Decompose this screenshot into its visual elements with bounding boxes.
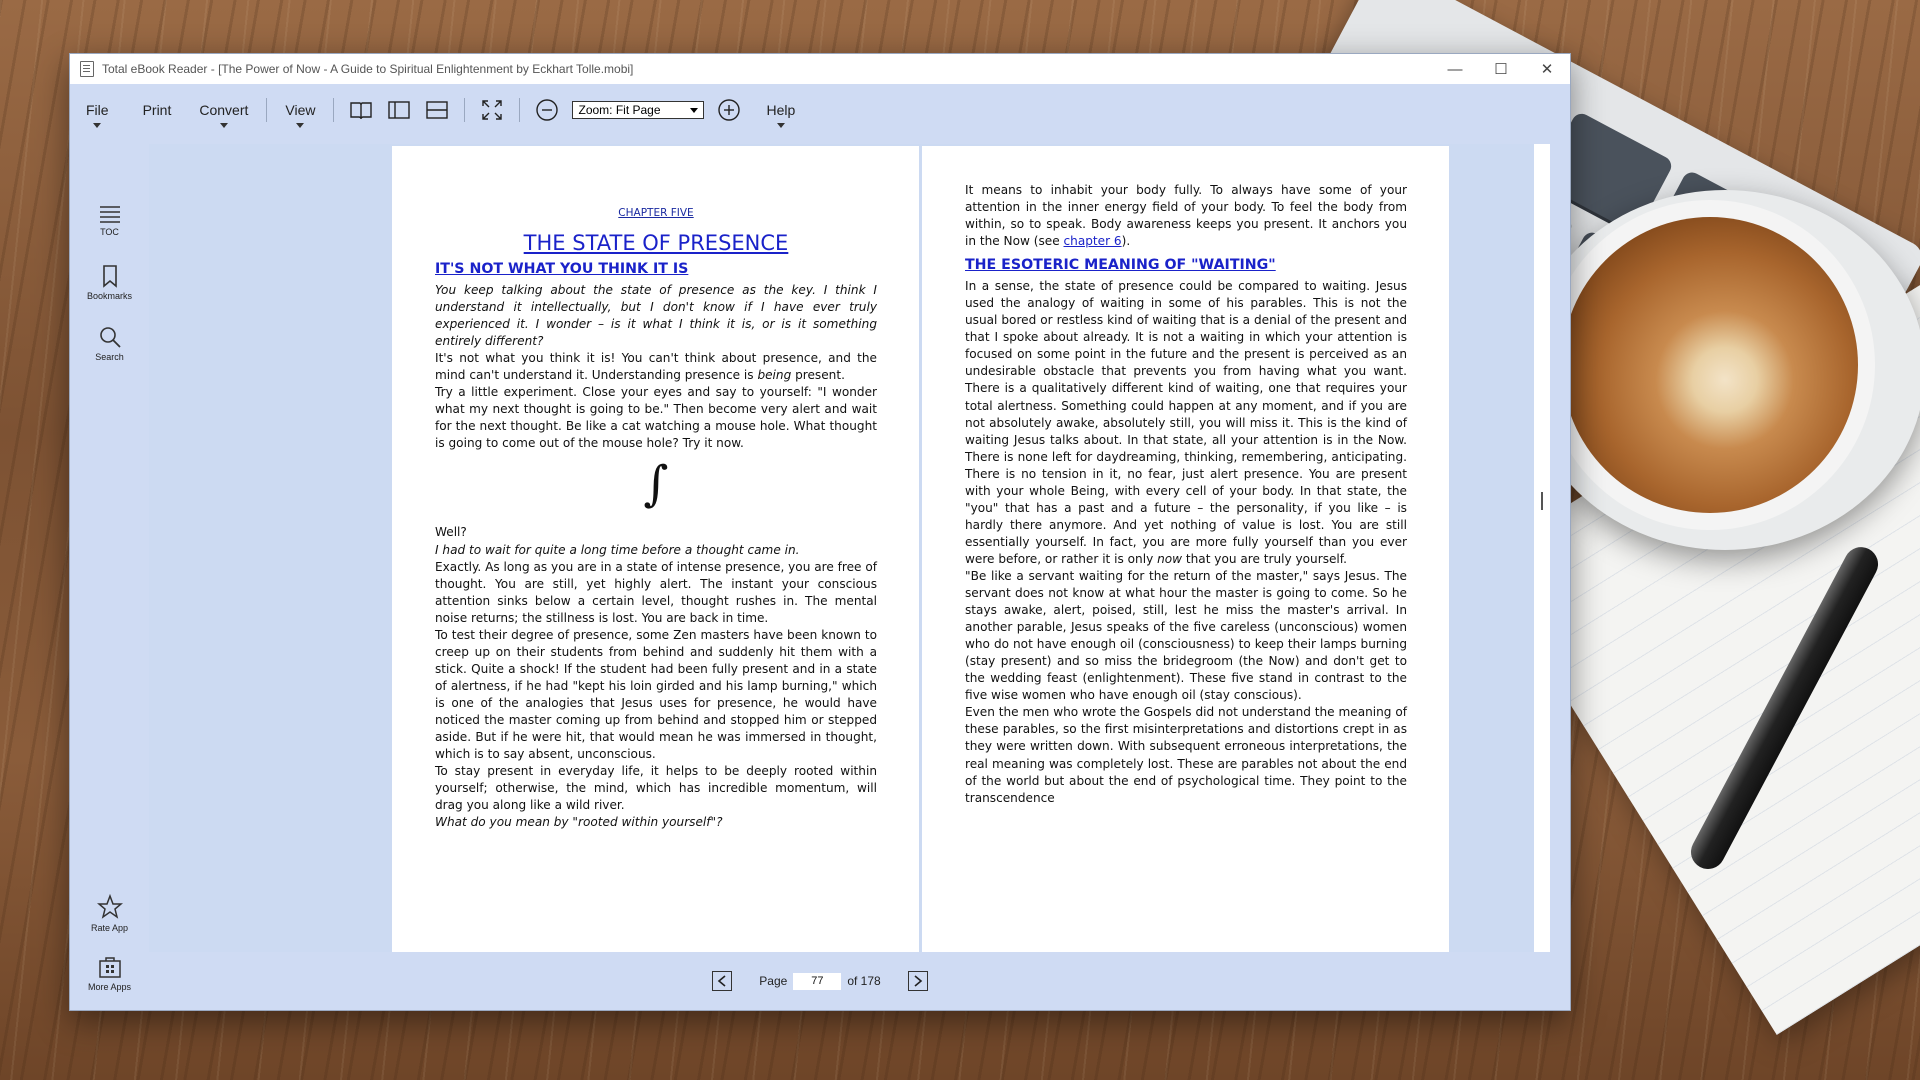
sidebar-item-toc[interactable]: TOC xyxy=(70,204,149,237)
sidebar-item-rate-app[interactable]: Rate App xyxy=(70,894,149,933)
paragraph: You keep talking about the state of pres… xyxy=(435,283,877,349)
previous-page-button[interactable] xyxy=(712,971,733,991)
bookmark-icon xyxy=(70,264,149,288)
document-viewer[interactable]: CHAPTER FIVE THE STATE OF PRESENCE IT'S … xyxy=(149,144,1550,952)
paragraph: To test their degree of presence, some Z… xyxy=(435,627,877,762)
chevron-down-icon xyxy=(776,123,785,128)
chevron-left-icon xyxy=(718,975,726,987)
chevron-right-icon xyxy=(914,975,922,987)
section-heading: THE ESOTERIC MEANING OF "WAITING" xyxy=(965,257,1276,274)
paragraph: It means to inhabit your body fully. To … xyxy=(965,182,1407,250)
text-run: In a sense, the state of presence could … xyxy=(965,279,1407,566)
sidebar-item-bookmarks[interactable]: Bookmarks xyxy=(70,264,149,301)
maximize-button[interactable]: ☐ xyxy=(1478,54,1524,84)
sidebar-item-label: Bookmarks xyxy=(86,291,132,301)
app-icon xyxy=(80,61,94,77)
toolbar-divider xyxy=(519,98,521,122)
zoom-out-icon[interactable] xyxy=(532,95,562,125)
window-controls: — ☐ ✕ xyxy=(1432,54,1570,84)
book-page-left: CHAPTER FIVE THE STATE OF PRESENCE IT'S … xyxy=(392,146,919,952)
chevron-down-icon xyxy=(690,108,699,113)
coffee-latte xyxy=(1562,217,1858,513)
paragraph: Try a little experiment. Close your eyes… xyxy=(435,385,877,451)
window-title: Total eBook Reader - [The Power of Now -… xyxy=(102,62,634,76)
search-icon xyxy=(70,325,149,349)
book-page-right: It means to inhabit your body fully. To … xyxy=(922,146,1449,952)
emphasis: now xyxy=(1157,551,1183,566)
toolbar-divider xyxy=(266,98,268,122)
help-menu[interactable]: Help xyxy=(756,90,805,130)
paragraph: To stay present in everyday life, it hel… xyxy=(435,764,877,813)
zoom-in-icon[interactable] xyxy=(714,95,744,125)
emphasis: being xyxy=(757,368,792,383)
chapter-label[interactable]: CHAPTER FIVE xyxy=(435,206,877,220)
page-label: Page xyxy=(759,974,788,988)
toolbar-divider xyxy=(333,98,335,122)
paragraph: In a sense, the state of presence could … xyxy=(965,278,1407,568)
text-run: ). xyxy=(1121,234,1131,249)
toolbar-divider xyxy=(464,98,466,122)
zoom-select[interactable]: Zoom: Fit Page xyxy=(572,101,705,119)
view-menu-label: View xyxy=(285,102,316,118)
sidebar-item-label: Rate App xyxy=(90,923,129,933)
toolbar: File Print Convert View Zoom: Fit Page H… xyxy=(70,84,1570,136)
paragraph: Well? xyxy=(435,525,467,540)
help-menu-label: Help xyxy=(766,102,796,118)
scrollbar-thumb[interactable] xyxy=(1541,492,1543,510)
paragraph: Even the men who wrote the Gospels did n… xyxy=(965,705,1407,805)
convert-menu-label: Convert xyxy=(199,102,249,118)
section-heading: IT'S NOT WHAT YOU THINK IT IS xyxy=(435,261,689,277)
chapter-link[interactable]: chapter 6 xyxy=(1064,234,1122,248)
print-button[interactable]: Print xyxy=(133,90,182,130)
page-content: It means to inhabit your body fully. To … xyxy=(965,146,1407,807)
sidebar: TOC Bookmarks Search Rate App More Apps xyxy=(70,144,149,1004)
paragraph: It's not what you think it is! You can't… xyxy=(435,350,877,384)
text-run: that you are truly yourself. xyxy=(1182,551,1348,566)
close-button[interactable]: ✕ xyxy=(1524,54,1570,84)
page-number-input[interactable]: 77 xyxy=(793,972,842,990)
two-page-icon[interactable] xyxy=(384,95,414,125)
fullscreen-icon[interactable] xyxy=(477,95,507,125)
single-page-icon[interactable] xyxy=(346,95,376,125)
star-icon xyxy=(70,894,149,920)
file-menu[interactable]: File xyxy=(76,90,119,130)
page-content: CHAPTER FIVE THE STATE OF PRESENCE IT'S … xyxy=(435,146,877,831)
convert-menu[interactable]: Convert xyxy=(189,90,258,130)
text-run: present. xyxy=(791,368,845,383)
text-run: It means to inhabit your body fully. To … xyxy=(965,183,1407,249)
paragraph: I had to wait for quite a long time befo… xyxy=(435,542,800,557)
chapter-title: THE STATE OF PRESENCE xyxy=(523,231,789,255)
title-bar: Total eBook Reader - [The Power of Now -… xyxy=(70,54,1570,84)
vertical-scrollbar[interactable] xyxy=(1534,144,1550,952)
minimize-button[interactable]: — xyxy=(1432,54,1478,84)
section-divider-glyph: ∫ xyxy=(643,456,669,513)
zoom-select-value: Zoom: Fit Page xyxy=(578,103,661,117)
chevron-down-icon xyxy=(296,123,305,128)
file-menu-label: File xyxy=(86,102,109,118)
paragraph: Exactly. As long as you are in a state o… xyxy=(435,559,877,625)
print-label: Print xyxy=(142,102,172,118)
sidebar-item-label: Search xyxy=(95,352,124,362)
view-menu[interactable]: View xyxy=(275,90,325,130)
sidebar-item-search[interactable]: Search xyxy=(70,325,149,362)
chevron-down-icon xyxy=(219,123,228,128)
app-window: Total eBook Reader - [The Power of Now -… xyxy=(69,53,1571,1011)
page-navigation: Page 77 of 178 xyxy=(70,952,1570,1010)
list-icon xyxy=(70,204,149,224)
paragraph: "Be like a servant waiting for the retur… xyxy=(965,568,1407,703)
horizontal-split-icon[interactable] xyxy=(422,95,452,125)
page-total: of 178 xyxy=(847,974,881,988)
sidebar-item-label: TOC xyxy=(100,227,119,237)
chevron-down-icon xyxy=(93,123,102,128)
next-page-button[interactable] xyxy=(907,971,928,991)
paragraph: What do you mean by "rooted within yours… xyxy=(435,815,723,830)
